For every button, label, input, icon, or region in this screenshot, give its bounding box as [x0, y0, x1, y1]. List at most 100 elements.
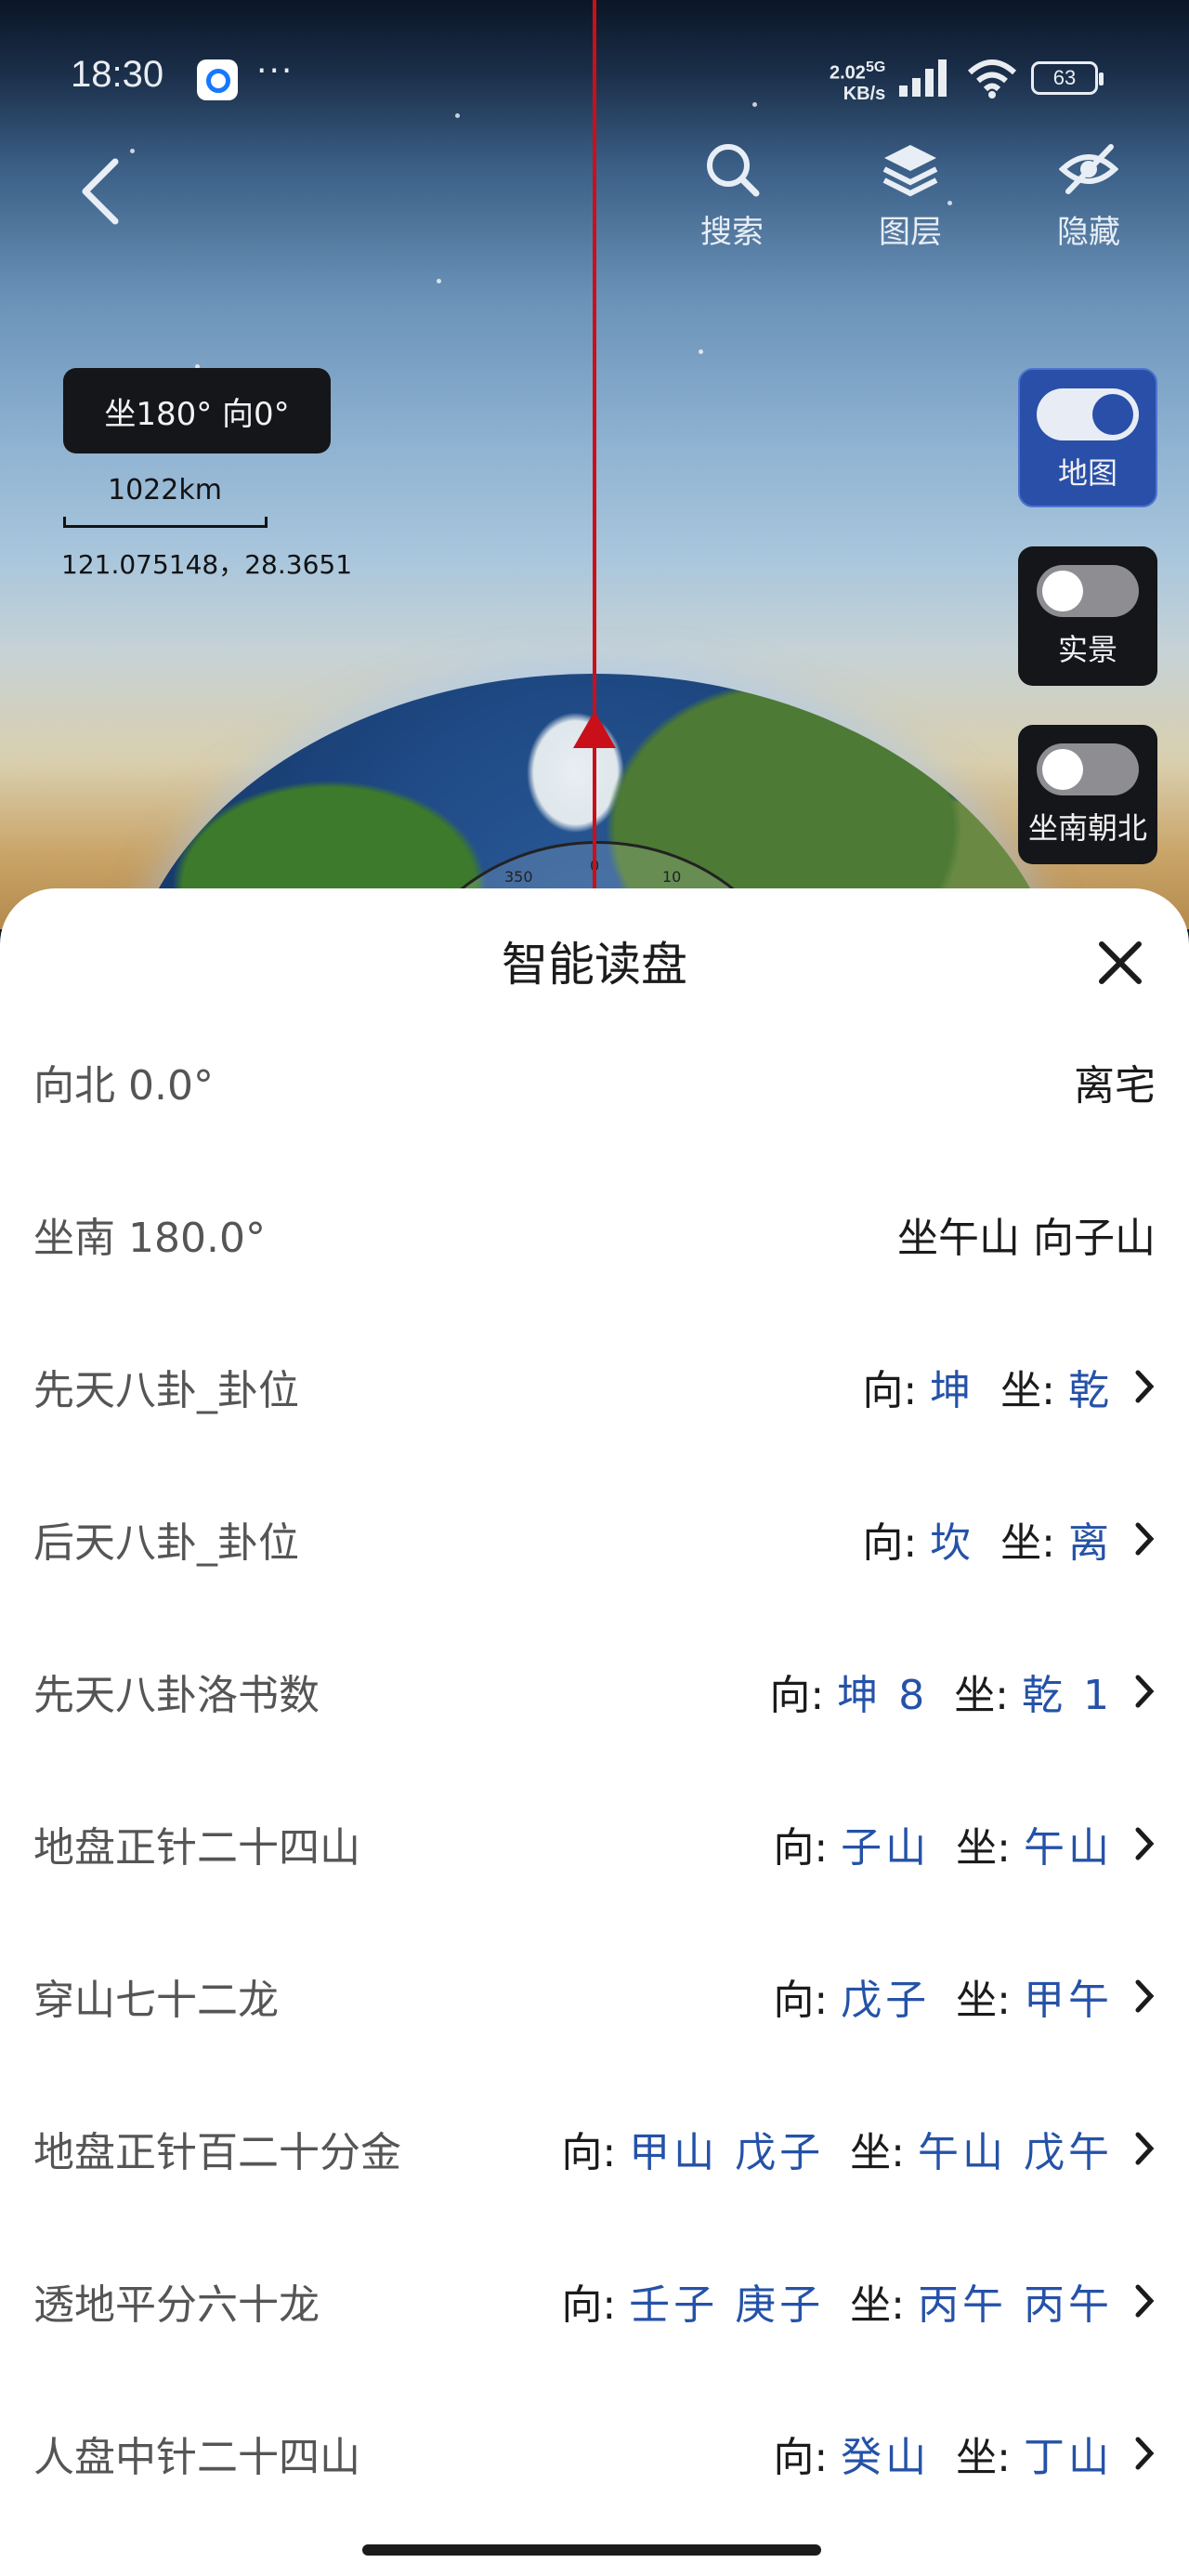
sitting-key: 坐: [956, 1824, 1011, 1872]
status-time: 18:30 [71, 54, 164, 95]
list-item[interactable]: 地盘正针二十四山 向: 子山 坐: 午山 [33, 1797, 1156, 1890]
sitting-info-value: 坐午山 向子山 [897, 1215, 1156, 1262]
chevron-right-icon [1135, 2284, 1155, 2318]
row-label: 人盘中针二十四山 [33, 2434, 360, 2481]
facing-key: 向: [773, 1977, 829, 2024]
app-notification-icon [197, 59, 238, 100]
facing-key: 向: [561, 2281, 617, 2329]
coordinates-readout: 121.075148，28.3651 [61, 549, 353, 580]
facing-value: 坤 [930, 1367, 975, 1414]
toggle-live-view-label: 实景 [1057, 632, 1117, 667]
close-icon[interactable] [1092, 935, 1148, 991]
bearing-readout: 坐180° 向0° [63, 368, 331, 453]
hide-label: 隐藏 [1057, 214, 1120, 251]
signal-icon [894, 56, 951, 97]
facing-value: 壬子 庚子 [629, 2281, 825, 2329]
sitting-value: 午山 戊午 [918, 2129, 1113, 2176]
chevron-right-icon [1135, 1979, 1155, 2013]
list-item[interactable]: 地盘正针百二十分金 向: 甲山 戊子 坐: 午山 戊午 [33, 2102, 1156, 2195]
battery-indicator: 63 [1031, 61, 1104, 95]
facing-key: 向: [561, 2129, 617, 2176]
wifi-icon [967, 59, 1017, 99]
search-label: 搜索 [700, 214, 764, 251]
compass-needle-line [593, 0, 596, 892]
star [752, 102, 757, 107]
facing-info-row: 向北 0.0° 离宅 [33, 1035, 1156, 1128]
facing-key: 向: [773, 1824, 829, 1872]
toggle-switch[interactable] [1037, 388, 1139, 440]
facing-key: 向: [862, 1367, 918, 1414]
toggle-switch[interactable] [1037, 743, 1139, 795]
row-label: 后天八卦_卦位 [33, 1519, 299, 1567]
sitting-info-row: 坐南 180.0° 坐午山 向子山 [33, 1188, 1156, 1281]
network-type: 5G [865, 59, 886, 75]
sitting-value: 丁山 [1024, 2434, 1113, 2481]
globe-map-view[interactable]: 350 0 10 [0, 0, 1189, 929]
star [699, 349, 703, 354]
home-indicator[interactable] [362, 2544, 821, 2556]
smart-reading-sheet: 智能读盘 向北 0.0° 离宅 坐南 180.0° 坐午山 向子山 先天八卦_卦… [0, 888, 1189, 2576]
list-item[interactable]: 后天八卦_卦位 向: 坎 坐: 离 [33, 1492, 1156, 1585]
sitting-key: 坐: [956, 1977, 1011, 2024]
sitting-value: 午山 [1024, 1824, 1113, 1872]
sitting-key: 坐: [1000, 1519, 1055, 1567]
facing-value: 子山 [841, 1824, 931, 1872]
compass-tick-label: 10 [662, 868, 682, 886]
facing-key: 向: [769, 1672, 825, 1719]
list-item[interactable]: 透地平分六十龙 向: 壬子 庚子 坐: 丙午 丙午 [33, 2254, 1156, 2347]
facing-key: 向: [862, 1519, 918, 1567]
facing-value: 癸山 [841, 2434, 931, 2481]
facing-value: 戊子 [841, 1977, 931, 2024]
star [130, 149, 135, 153]
toggle-live-view[interactable]: 实景 [1018, 546, 1157, 686]
list-item[interactable]: 人盘中针二十四山 向: 癸山 坐: 丁山 [33, 2407, 1156, 2500]
star [437, 279, 441, 283]
layers-button[interactable]: 图层 [855, 139, 966, 252]
facing-value: 甲山 戊子 [629, 2129, 825, 2176]
sitting-key: 坐: [850, 2129, 905, 2176]
toggle-switch[interactable] [1037, 565, 1139, 617]
toggle-south-facing-north-label: 坐南朝北 [1027, 810, 1147, 846]
scale-bar [63, 517, 268, 528]
sitting-degree: 坐南 180.0° [33, 1215, 266, 1262]
toggle-map[interactable]: 地图 [1018, 368, 1157, 507]
star [455, 113, 460, 118]
needle-arrow-icon [573, 711, 616, 748]
row-label: 地盘正针百二十分金 [33, 2129, 401, 2176]
row-label: 先天八卦洛书数 [33, 1672, 320, 1719]
network-speed: 2.025G KB/s [830, 58, 885, 104]
chevron-right-icon [1135, 1370, 1155, 1403]
search-button[interactable]: 搜索 [676, 139, 788, 252]
chevron-right-icon [1135, 2132, 1155, 2165]
scale-label: 1022km [108, 474, 222, 506]
facing-degree: 向北 0.0° [33, 1062, 214, 1110]
hide-button[interactable]: 隐藏 [1033, 139, 1144, 252]
row-label: 透地平分六十龙 [33, 2281, 320, 2329]
sitting-key: 坐: [956, 2434, 1011, 2481]
list-item[interactable]: 先天八卦_卦位 向: 坤 坐: 乾 [33, 1340, 1156, 1433]
facing-value: 坎 [930, 1519, 975, 1567]
chevron-right-icon [1135, 1675, 1155, 1708]
sitting-key: 坐: [954, 1672, 1010, 1719]
sheet-title: 智能读盘 [502, 938, 687, 992]
list-item[interactable]: 先天八卦洛书数 向: 坤 8 坐: 乾 1 [33, 1645, 1156, 1738]
more-notifications-icon: ··· [256, 52, 294, 90]
eye-off-icon [1059, 144, 1118, 194]
sitting-key: 坐: [1000, 1367, 1055, 1414]
layers-icon [882, 145, 938, 197]
sitting-value: 离 [1068, 1519, 1113, 1567]
net-speed-unit: KB/s [843, 83, 886, 104]
net-speed-value: 2.02 [830, 62, 866, 84]
back-arrow-icon[interactable] [74, 156, 130, 227]
toggle-map-label: 地图 [1057, 455, 1117, 491]
chevron-right-icon [1135, 1827, 1155, 1860]
facing-key: 向: [773, 2434, 829, 2481]
sitting-value: 乾 [1068, 1367, 1113, 1414]
toggle-south-facing-north[interactable]: 坐南朝北 [1018, 725, 1157, 864]
row-label: 先天八卦_卦位 [33, 1367, 299, 1414]
list-item[interactable]: 穿山七十二龙 向: 戊子 坐: 甲午 [33, 1950, 1156, 2043]
sitting-key: 坐: [850, 2281, 905, 2329]
facing-info-value: 离宅 [1074, 1062, 1156, 1110]
row-label: 地盘正针二十四山 [33, 1824, 360, 1872]
row-label: 穿山七十二龙 [33, 1977, 279, 2024]
